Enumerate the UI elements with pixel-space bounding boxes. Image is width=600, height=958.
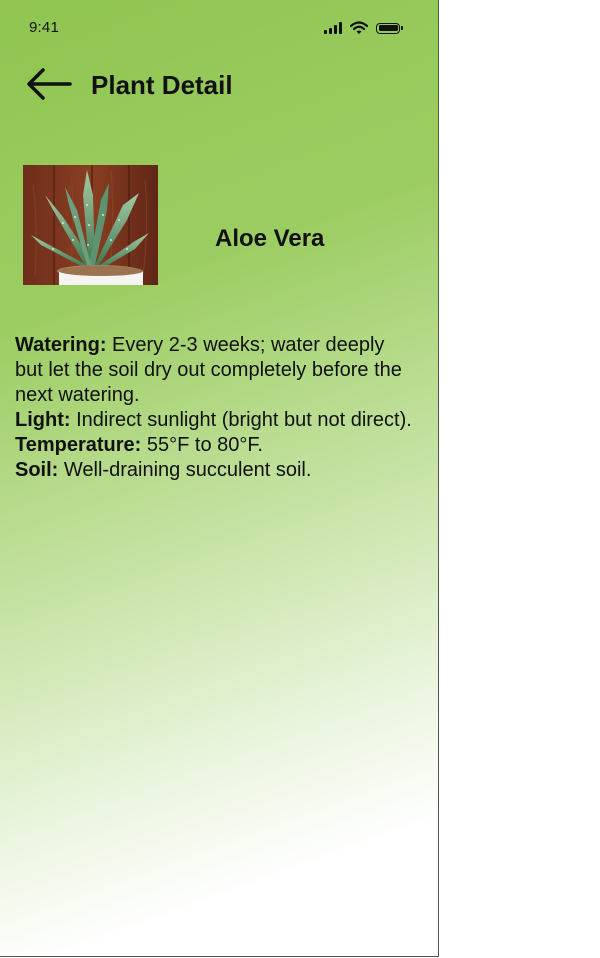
soil-label: Soil: (15, 459, 59, 481)
wifi-icon (350, 21, 368, 34)
plant-name: Aloe Vera (215, 225, 325, 252)
back-button[interactable] (24, 66, 74, 102)
signal-icon (324, 22, 342, 34)
temperature-label: Temperature: (15, 434, 142, 456)
watering-info: Watering: Every 2-3 weeks; water deeply … (15, 333, 415, 408)
soil-text: Well-draining succulent soil. (63, 459, 312, 481)
temperature-info: Temperature: 55°F to 80°F. (15, 433, 415, 458)
care-info: Watering: Every 2-3 weeks; water deeply … (15, 333, 415, 483)
status-icons (324, 19, 403, 37)
status-bar: 9:41 (0, 0, 438, 56)
arrow-left-icon (27, 68, 72, 100)
aloe-vera-photo (23, 165, 158, 285)
battery-icon (376, 22, 403, 34)
status-time: 9:41 (29, 19, 59, 36)
plant-image (23, 165, 158, 285)
watering-label: Watering: (15, 334, 107, 356)
page-title: Plant Detail (91, 70, 233, 100)
light-label: Light: (15, 409, 71, 431)
phone-screen: 9:41 Plant Detail Aloe Vera Watering: Ev… (0, 0, 439, 957)
soil-info: Soil: Well-draining succulent soil. (15, 458, 415, 483)
temperature-text: 55°F to 80°F. (146, 434, 263, 456)
light-text: Indirect sunlight (bright but not direct… (76, 409, 412, 431)
light-info: Light: Indirect sunlight (bright but not… (15, 408, 415, 433)
header: Plant Detail (0, 60, 438, 110)
